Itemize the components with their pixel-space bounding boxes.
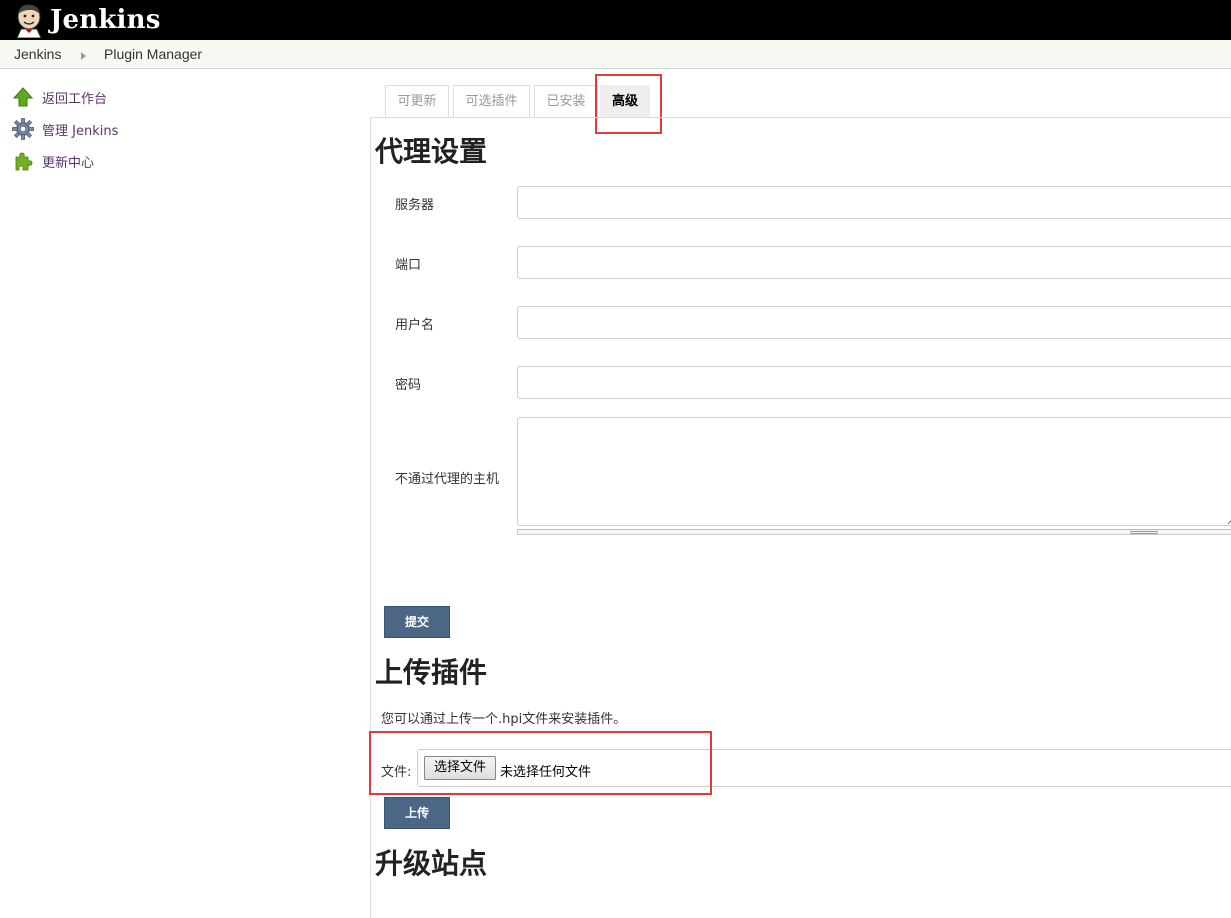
server-input[interactable] (517, 186, 1231, 219)
sidebar-item-manage-jenkins[interactable]: 管理 Jenkins (12, 118, 118, 140)
logo-text: Jenkins (50, 5, 161, 35)
username-label: 用户名 (395, 318, 435, 333)
jenkins-butler-icon (16, 4, 42, 38)
server-label: 服务器 (395, 198, 435, 213)
resize-grip-icon[interactable] (1130, 531, 1158, 534)
top-header: Jenkins (0, 0, 1231, 40)
port-label: 端口 (395, 258, 422, 273)
highlight-box-file (369, 731, 712, 795)
submit-button[interactable]: 提交 (384, 606, 450, 638)
tab-available[interactable]: 可选插件 (453, 85, 530, 117)
no-proxy-hosts-label: 不通过代理的主机 (395, 472, 500, 487)
sidebar-item-back-to-dashboard[interactable]: 返回工作台 (12, 86, 107, 108)
breadcrumb-jenkins[interactable]: Jenkins (14, 46, 61, 62)
password-label: 密码 (395, 378, 422, 393)
sidebar-item-update-center[interactable]: 更新中心 (12, 150, 94, 172)
update-site-heading: 升级站点 (375, 847, 488, 880)
puzzle-icon (15, 152, 33, 171)
sidebar-item-label: 返回工作台 (42, 91, 108, 107)
tab-updates[interactable]: 可更新 (385, 85, 449, 117)
username-input[interactable] (517, 306, 1231, 339)
sidebar-item-label: 更新中心 (42, 155, 95, 171)
jenkins-logo[interactable]: Jenkins (12, 2, 161, 38)
password-input[interactable] (517, 366, 1231, 399)
up-arrow-icon (12, 87, 34, 107)
upload-heading: 上传插件 (375, 656, 488, 689)
port-input[interactable] (517, 246, 1231, 279)
upload-button[interactable]: 上传 (384, 797, 450, 829)
no-proxy-hosts-textarea[interactable] (517, 417, 1231, 526)
breadcrumb-separator-icon[interactable] (81, 52, 86, 60)
tab-installed[interactable]: 已安装 (534, 85, 598, 117)
upload-description: 您可以通过上传一个.hpi文件来安装插件。 (381, 712, 627, 727)
proxy-heading: 代理设置 (375, 135, 488, 168)
breadcrumb: Jenkins Plugin Manager (0, 40, 1231, 69)
breadcrumb-plugin-manager[interactable]: Plugin Manager (104, 46, 202, 62)
textarea-resize-bar[interactable] (517, 529, 1231, 535)
gear-icon (12, 118, 34, 140)
sidebar-item-label: 管理 Jenkins (42, 123, 119, 139)
